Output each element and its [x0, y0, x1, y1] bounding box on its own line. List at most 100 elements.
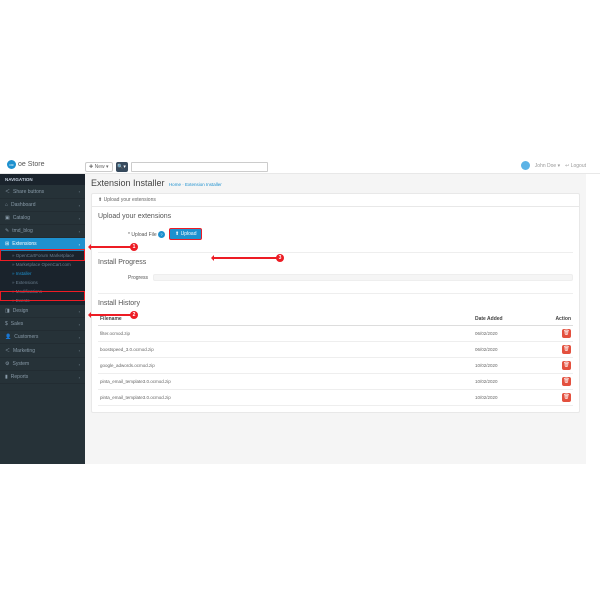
nav-icon: ▣ — [5, 215, 10, 221]
table-row: boostspeed_3.0.ocmod.zip06/02/2020 🗑 — [98, 342, 573, 358]
panel-header: ⬆ Upload your extensions — [92, 194, 579, 207]
sidebar-subitem[interactable]: » OpenCartForum Marketplace — [0, 251, 85, 260]
search-icon: 🔍 — [117, 164, 123, 170]
upload-button[interactable]: ⬆ Upload — [169, 228, 202, 240]
sidebar-item-dashboard[interactable]: ⌂Dashboard › — [0, 199, 85, 212]
chevron-right-icon: › — [79, 348, 80, 353]
callout-2: 2 — [130, 311, 138, 319]
chevron-right-icon: › — [79, 375, 80, 380]
arrow-3 — [212, 257, 277, 259]
breadcrumb: Home · Extension Installer — [169, 182, 222, 187]
sidebar-item-share-buttons[interactable]: ＜Share buttons› — [0, 185, 85, 199]
nav-icon: ▮ — [5, 374, 8, 380]
nav-label: Dashboard — [11, 202, 35, 208]
sidebar-item-catalog[interactable]: ▣Catalog› — [0, 212, 85, 225]
sidebar-subitem[interactable]: » Extensions — [0, 278, 85, 287]
sidebar-subitem[interactable]: » Events — [0, 296, 85, 305]
delete-button[interactable]: 🗑 — [562, 393, 571, 402]
cell-filename: google_adwords.ocmod.zip — [98, 358, 473, 374]
col-action: Action — [543, 313, 573, 326]
table-row: google_adwords.ocmod.zip10/02/2020 🗑 — [98, 358, 573, 374]
history-section-title: Install History — [98, 300, 573, 307]
search-input[interactable] — [131, 162, 268, 172]
chevron-right-icon: › — [79, 322, 80, 327]
sidebar-subitem[interactable]: » Installer — [0, 269, 85, 278]
main-panel: ⬆ Upload your extensions Upload your ext… — [91, 193, 580, 413]
chevron-right-icon: › — [79, 242, 80, 247]
brand-logo[interactable]: oc oe Store — [7, 160, 44, 169]
upload-label: * Upload File ? — [128, 231, 165, 238]
cell-filename: pinta_email_template3.0.ocmod.zip — [98, 390, 473, 406]
delete-button[interactable]: 🗑 — [562, 345, 571, 354]
delete-button[interactable]: 🗑 — [562, 377, 571, 386]
nav-icon: ⚙ — [5, 361, 9, 367]
username[interactable]: John Doe ▾ — [535, 163, 560, 169]
nav-label: Share buttons — [13, 189, 44, 195]
cell-filename: pinta_email_template3.0.ocmod.zip — [98, 374, 473, 390]
nav-icon: ✎ — [5, 228, 9, 234]
delete-button[interactable]: 🗑 — [562, 329, 571, 338]
new-button[interactable]: ✚ New ▾ — [85, 162, 113, 172]
cell-date: 10/02/2020 — [473, 358, 543, 374]
history-table: Filename Date Added Action filter.ocmod.… — [98, 313, 573, 406]
search-button[interactable]: 🔍 ▾ — [116, 162, 128, 172]
nav-label: Marketing — [13, 348, 35, 354]
nav-label: Reports — [11, 374, 29, 380]
logout-link[interactable]: ↩ Logout — [565, 163, 586, 169]
page-title: Extension Installer — [91, 178, 165, 188]
logo-icon: oc — [7, 160, 16, 169]
nav-label: Catalog — [13, 215, 30, 221]
arrow-1 — [89, 246, 131, 248]
callout-3: 3 — [276, 254, 284, 262]
sidebar-item-tmd-blog[interactable]: ✎tmd_blog› — [0, 225, 85, 238]
callout-1: 1 — [130, 243, 138, 251]
sidebar-item-marketing[interactable]: ＜Marketing › — [0, 344, 85, 358]
sidebar-item-sales[interactable]: $Sales › — [0, 318, 85, 331]
sidebar-item-extensions[interactable]: ⊞Extensions› — [0, 238, 85, 251]
table-row: pinta_email_template3.0.ocmod.zip10/02/2… — [98, 374, 573, 390]
chevron-right-icon: › — [79, 362, 80, 367]
nav-icon: ⌂ — [5, 202, 8, 208]
sidebar-item-design[interactable]: ◨Design › — [0, 305, 85, 318]
table-row: filter.ocmod.zip06/02/2020 🗑 — [98, 326, 573, 342]
progress-label: Progress — [128, 275, 148, 281]
cell-date: 06/02/2020 — [473, 326, 543, 342]
chevron-right-icon: › — [79, 309, 80, 314]
nav-icon: $ — [5, 321, 8, 327]
cell-filename: boostspeed_3.0.ocmod.zip — [98, 342, 473, 358]
sidebar: NAVIGATION ＜Share buttons›⌂Dashboard›▣Ca… — [0, 174, 85, 464]
sidebar-item-system[interactable]: ⚙System › — [0, 358, 85, 371]
arrow-2 — [89, 314, 131, 316]
progress-section-title: Install Progress — [98, 259, 573, 266]
cell-date: 10/02/2020 — [473, 390, 543, 406]
sidebar-item-customers[interactable]: 👤Customers› — [0, 331, 85, 344]
nav-label: Sales — [11, 321, 24, 327]
nav-icon: ＜ — [5, 347, 10, 354]
table-row: pinta_email_template3.0.ocmod.zip10/02/2… — [98, 390, 573, 406]
cell-filename: filter.ocmod.zip — [98, 326, 473, 342]
nav-icon: 👤 — [5, 334, 11, 340]
brand-name: oe Store — [18, 161, 44, 168]
cell-date: 10/02/2020 — [473, 374, 543, 390]
nav-label: System — [12, 361, 29, 367]
nav-label: tmd_blog — [12, 228, 33, 234]
cell-date: 06/02/2020 — [473, 342, 543, 358]
sidebar-item-reports[interactable]: ▮Reports › — [0, 371, 85, 384]
delete-button[interactable]: 🗑 — [562, 361, 571, 370]
chevron-right-icon: › — [79, 335, 80, 340]
nav-label: Design — [13, 308, 29, 314]
avatar[interactable] — [521, 161, 530, 170]
progress-bar — [153, 274, 573, 281]
col-date[interactable]: Date Added — [473, 313, 543, 326]
sidebar-subitem[interactable]: » Marketplace OpenCart.com — [0, 260, 85, 269]
sidebar-subitem[interactable]: » Modifications — [0, 287, 85, 296]
breadcrumb-current[interactable]: Extension Installer — [185, 182, 222, 187]
nav-icon: ⊞ — [5, 241, 9, 247]
main-content: Extension Installer Home · Extension Ins… — [85, 174, 586, 464]
chevron-right-icon: › — [79, 203, 80, 208]
help-icon[interactable]: ? — [158, 231, 165, 238]
nav-icon: ＜ — [5, 188, 10, 195]
breadcrumb-home[interactable]: Home — [169, 182, 181, 187]
col-filename[interactable]: Filename — [98, 313, 473, 326]
nav-icon: ◨ — [5, 308, 10, 314]
